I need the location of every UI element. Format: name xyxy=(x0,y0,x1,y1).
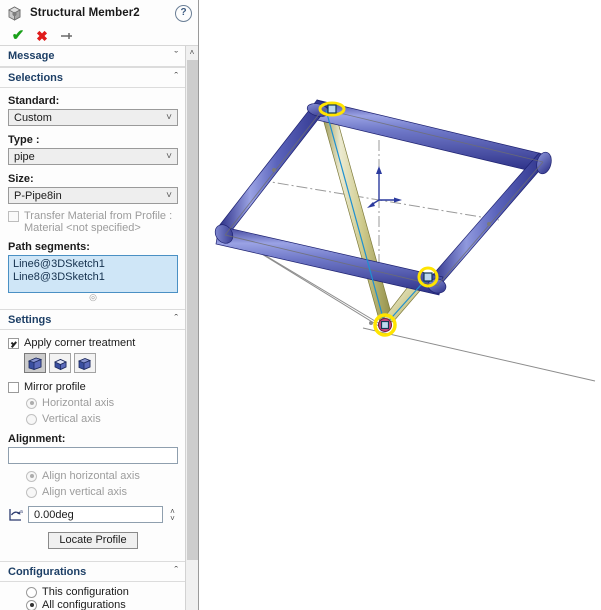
rotation-angle-icon: a xyxy=(8,507,24,523)
resize-grip[interactable]: ◎ xyxy=(8,293,178,302)
align-horizontal-row[interactable]: Align horizontal axis xyxy=(26,470,178,482)
end-miter-button[interactable] xyxy=(24,353,46,373)
chevron-up-icon: ˆ xyxy=(174,565,178,577)
transfer-material-checkbox-row[interactable]: Transfer Material from Profile : Materia… xyxy=(8,210,178,234)
locate-profile-button[interactable]: Locate Profile xyxy=(48,532,138,549)
rotation-angle-stepper[interactable]: ˄ ˅ xyxy=(167,506,178,523)
pipe-bottom-left[interactable] xyxy=(215,225,444,296)
section-header-settings[interactable]: Settings ˆ xyxy=(0,309,186,330)
config-this-row[interactable]: This configuration xyxy=(26,586,178,598)
list-item[interactable]: Line8@3DSketch1 xyxy=(13,271,173,284)
standard-dropdown[interactable]: Custom ˅ xyxy=(8,109,178,126)
rotation-angle-row: a 0.00deg ˄ ˅ xyxy=(8,506,178,523)
list-item[interactable]: Line6@3DSketch1 xyxy=(13,258,173,271)
endpoint-dot xyxy=(369,321,373,325)
chevron-down-icon: ˅ xyxy=(166,190,172,201)
cancel-button[interactable]: ✖ xyxy=(30,27,54,45)
property-manager-toolbar: ✔ ✖ xyxy=(0,26,198,46)
structural-member-icon xyxy=(6,5,23,22)
horizontal-axis-row[interactable]: Horizontal axis xyxy=(26,397,178,409)
page-title: Structural Member2 xyxy=(30,7,140,19)
mirror-profile-checkbox[interactable] xyxy=(8,382,19,393)
section-header-configurations[interactable]: Configurations ˆ xyxy=(0,561,186,582)
horizontal-axis-label: Horizontal axis xyxy=(42,397,115,409)
config-all-row[interactable]: All configurations xyxy=(26,599,178,610)
selected-member-line6[interactable] xyxy=(319,107,394,324)
pipe-top-left[interactable] xyxy=(218,99,331,231)
transfer-material-checkbox[interactable] xyxy=(8,211,19,222)
pipe-bottom-right[interactable] xyxy=(429,152,552,284)
align-vertical-row[interactable]: Align vertical axis xyxy=(26,486,178,498)
chevron-up-icon: ˆ xyxy=(174,71,178,83)
graphics-viewport[interactable] xyxy=(199,0,601,610)
rotation-angle-input[interactable]: 0.00deg xyxy=(28,506,163,523)
origin-triad xyxy=(367,166,402,208)
pin-button[interactable] xyxy=(54,27,78,45)
path-segments-listbox[interactable]: Line6@3DSketch1 Line8@3DSketch1 xyxy=(8,255,178,293)
corner-treatment-buttons xyxy=(24,353,178,373)
size-label: Size: xyxy=(8,173,34,185)
alignment-input[interactable] xyxy=(8,447,178,464)
config-this-radio[interactable] xyxy=(26,586,37,598)
apply-corner-treatment-row[interactable]: Apply corner treatment xyxy=(8,337,178,349)
chevron-down-icon: ˅ xyxy=(166,151,172,162)
transfer-material-sub: Material <not specified> xyxy=(24,222,141,234)
type-value: pipe xyxy=(14,150,35,163)
pipe-midpoints xyxy=(272,168,491,226)
align-vertical-label: Align vertical axis xyxy=(42,486,127,498)
pin-icon xyxy=(61,32,72,39)
stepper-down-icon[interactable]: ˅ xyxy=(170,514,175,522)
end-butt1-button[interactable] xyxy=(49,353,71,373)
selection-glyph-right xyxy=(423,272,433,282)
scroll-up-button[interactable]: ˄ xyxy=(186,46,198,59)
size-value: P-Pipe8in xyxy=(14,189,62,202)
config-all-label: All configurations xyxy=(42,599,126,610)
scrollbar-thumb[interactable] xyxy=(187,60,198,560)
align-horizontal-radio[interactable] xyxy=(26,470,37,482)
standard-value: Custom xyxy=(14,111,52,124)
end-butt2-button[interactable] xyxy=(74,353,96,373)
chevron-up-icon: ˆ xyxy=(174,313,178,325)
type-label: Type : xyxy=(8,134,40,146)
selection-glyph-top xyxy=(327,104,337,114)
model-3d-render xyxy=(212,99,596,382)
svg-text:a: a xyxy=(20,509,23,515)
transfer-material-label: Transfer Material from Profile : xyxy=(24,210,173,222)
apply-corner-treatment-label: Apply corner treatment xyxy=(24,337,136,349)
type-dropdown[interactable]: pipe ˅ xyxy=(8,148,178,165)
ok-button[interactable]: ✔ xyxy=(6,27,30,45)
align-vertical-radio[interactable] xyxy=(26,486,37,498)
config-this-label: This configuration xyxy=(42,586,129,598)
horizontal-axis-radio[interactable] xyxy=(26,397,37,409)
size-dropdown[interactable]: P-Pipe8in ˅ xyxy=(8,187,178,204)
apply-corner-treatment-checkbox[interactable] xyxy=(8,338,19,349)
section-header-selections[interactable]: Selections ˆ xyxy=(0,67,186,88)
property-manager-header: Structural Member2 ? xyxy=(0,0,198,26)
config-all-radio[interactable] xyxy=(26,599,37,610)
section-header-message[interactable]: Message ˇ xyxy=(0,46,186,67)
chevron-down-icon: ˅ xyxy=(166,112,172,123)
alignment-label: Alignment: xyxy=(8,433,66,445)
panel-scrollbar[interactable]: ˄ xyxy=(185,46,198,610)
rotation-angle-value: 0.00deg xyxy=(34,508,74,521)
section-body-settings: Apply corner treatment Mirror profile Ho… xyxy=(0,330,186,556)
align-horizontal-label: Align horizontal axis xyxy=(42,470,140,482)
standard-label: Standard: xyxy=(8,95,60,107)
help-icon[interactable]: ? xyxy=(175,4,192,22)
path-segments-label: Path segments: xyxy=(8,241,90,253)
mirror-profile-label: Mirror profile xyxy=(24,381,86,393)
structural-frame-pipes[interactable] xyxy=(212,99,554,296)
mirror-profile-row[interactable]: Mirror profile xyxy=(8,381,178,393)
property-manager-panel: Structural Member2 ? ✔ ✖ Message ˇ Selec… xyxy=(0,0,199,610)
chevron-down-icon: ˇ xyxy=(174,49,178,62)
selection-glyph-apex-inner xyxy=(380,320,390,330)
property-manager-body: Message ˇ Selections ˆ Standard: Custom … xyxy=(0,46,186,610)
vertical-axis-label: Vertical axis xyxy=(42,413,101,425)
section-body-selections: Standard: Custom ˅ Type : pipe ˅ Size: P… xyxy=(0,88,186,309)
section-body-configurations: This configuration All configurations Sp… xyxy=(0,582,186,610)
vertical-axis-radio[interactable] xyxy=(26,413,37,425)
vertical-axis-row[interactable]: Vertical axis xyxy=(26,413,178,425)
